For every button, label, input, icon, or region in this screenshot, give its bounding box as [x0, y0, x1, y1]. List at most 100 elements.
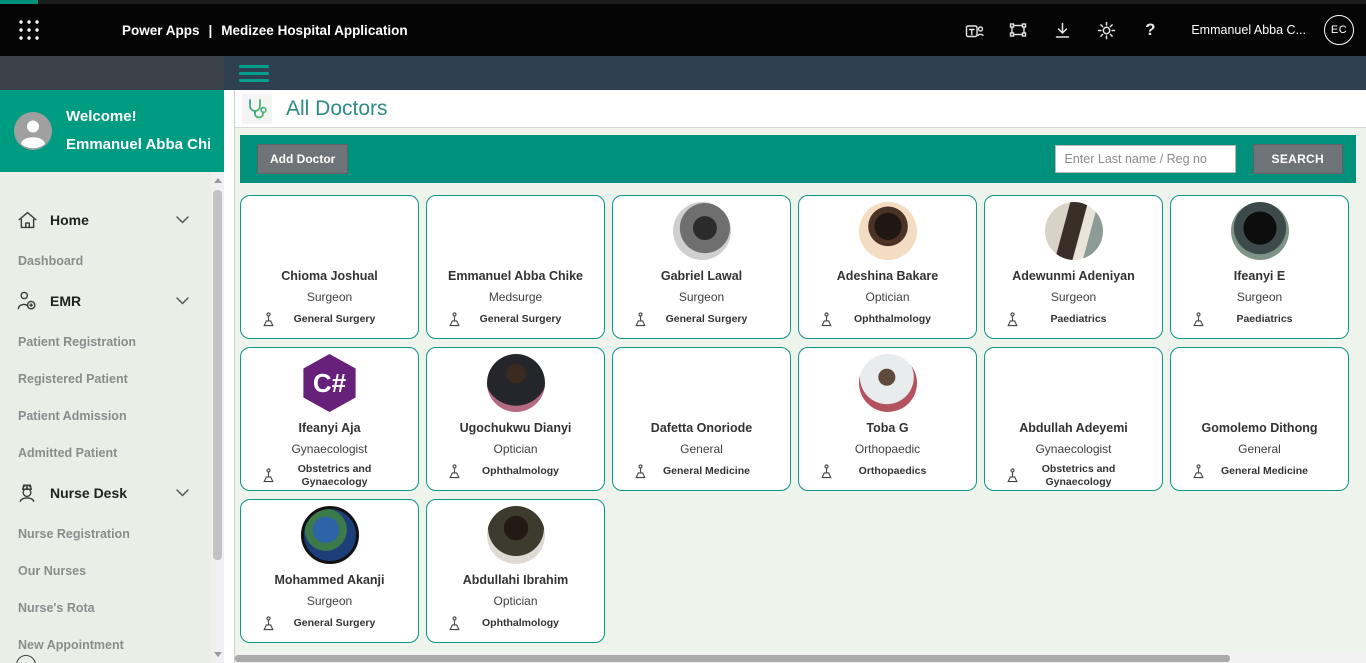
- waffle-menu-icon[interactable]: [12, 13, 46, 47]
- doctor-department: Ophthalmology: [482, 465, 559, 478]
- doctor-photo-earth-globe: [301, 506, 359, 564]
- doctor-card[interactable]: Gomolemo Dithong General General Medicin…: [1170, 347, 1349, 491]
- product-name: Power Apps: [122, 23, 200, 38]
- doctor-card[interactable]: Toba G Orthopaedic Orthopaedics: [798, 347, 977, 491]
- sidebar-item-label: Nurse Registration: [18, 527, 130, 541]
- doctor-name: Adewunmi Adeniyan: [985, 269, 1162, 283]
- department-icon: [261, 468, 276, 484]
- doctor-name: Ifeanyi E: [1171, 269, 1348, 283]
- department-icon: [1005, 312, 1020, 328]
- department-icon: [819, 464, 834, 480]
- sidebar-item-admitted-patient[interactable]: Admitted Patient: [0, 434, 224, 471]
- doctor-card[interactable]: C# Ifeanyi Aja Gynaecologist Obstetrics …: [240, 347, 419, 491]
- department-icon: [633, 312, 648, 328]
- doctor-card[interactable]: Mohammed Akanji Surgeon General Surgery: [240, 499, 419, 643]
- sidebar-item-new-appointment[interactable]: New Appointment: [0, 626, 224, 663]
- settings-gear-icon[interactable]: [1089, 13, 1123, 47]
- doctor-name: Dafetta Onoriode: [613, 421, 790, 435]
- scroll-down-arrow-icon[interactable]: [211, 648, 224, 661]
- doctor-photo-portrait-beard: [487, 506, 545, 564]
- department-icon: [1191, 312, 1206, 328]
- doctor-photo-grayscale-portrait: [673, 202, 731, 260]
- doctor-department: Ophthalmology: [482, 617, 559, 630]
- sidebar-item-registered-patient[interactable]: Registered Patient: [0, 360, 224, 397]
- main-panel: All Doctors Add Doctor SEARCH Chioma Jos…: [235, 90, 1366, 663]
- help-icon[interactable]: ?: [1133, 13, 1167, 47]
- main-horizontal-scrollbar-thumb[interactable]: [235, 655, 1230, 662]
- sidebar-item-home[interactable]: Home: [0, 198, 224, 242]
- main-horizontal-scrollbar[interactable]: [235, 654, 1366, 663]
- doctor-department: General Medicine: [663, 465, 750, 478]
- sidebar-item-label: Nurse Desk: [50, 485, 127, 501]
- doctor-photo-portrait-suit: [487, 354, 545, 412]
- sidebar-item-dashboard[interactable]: Dashboard: [0, 242, 224, 279]
- content-area: Add Doctor SEARCH Chioma Joshual Surgeon…: [235, 128, 1366, 663]
- doctor-role: Optician: [427, 442, 604, 456]
- sidebar-item-patient-registration[interactable]: Patient Registration: [0, 323, 224, 360]
- chevron-down-icon: [175, 215, 190, 226]
- doctor-department: Orthopaedics: [859, 465, 927, 478]
- doctor-name: Adeshina Bakare: [799, 269, 976, 283]
- welcome-panel: Welcome! Emmanuel Abba Chi...: [0, 90, 224, 172]
- doctor-card[interactable]: Adewunmi Adeniyan Surgeon Paediatrics: [984, 195, 1163, 339]
- csharp-logo-label: C#: [313, 368, 346, 399]
- doctor-role: Medsurge: [427, 290, 604, 304]
- doctor-card[interactable]: Gabriel Lawal Surgeon General Surgery: [612, 195, 791, 339]
- app-title-bar: Power Apps | Medizee Hospital Applicatio…: [122, 23, 408, 38]
- doctor-card[interactable]: Emmanuel Abba Chike Medsurge General Sur…: [426, 195, 605, 339]
- doctor-role: Surgeon: [985, 290, 1162, 304]
- hamburger-menu-icon[interactable]: [239, 61, 269, 86]
- welcome-label: Welcome!: [66, 103, 210, 132]
- profile-avatar-icon: [14, 112, 52, 150]
- doctor-name: Ugochukwu Dianyi: [427, 421, 604, 435]
- doctor-card[interactable]: Abdullahi Ibrahim Optician Ophthalmology: [426, 499, 605, 643]
- home-icon: [14, 210, 40, 230]
- department-icon: [447, 616, 462, 632]
- department-icon: [1191, 464, 1206, 480]
- sidebar-item-emr[interactable]: EMR: [0, 279, 224, 323]
- sidebar-item-label: New Appointment: [18, 638, 124, 652]
- doctor-role: Surgeon: [241, 290, 418, 304]
- top-bar-user-name[interactable]: Emmanuel Abba C...: [1191, 23, 1306, 37]
- search-button[interactable]: SEARCH: [1253, 144, 1343, 174]
- download-icon[interactable]: [1045, 13, 1079, 47]
- doctor-card[interactable]: Ifeanyi E Surgeon Paediatrics: [1170, 195, 1349, 339]
- sidebar: Welcome! Emmanuel Abba Chi... Home Dashb…: [0, 90, 224, 663]
- sidebar-item-nurse-desk[interactable]: Nurse Desk: [0, 471, 224, 515]
- sidebar-menu: Home Dashboard EMR Patient Registration …: [0, 172, 224, 663]
- app-sub-header: [0, 56, 1366, 90]
- doctor-department: General Surgery: [480, 313, 562, 326]
- doctor-name: Abdullah Adeyemi: [985, 421, 1162, 435]
- sidebar-scrollbar[interactable]: [211, 172, 224, 663]
- sidebar-item-label: Our Nurses: [18, 564, 86, 578]
- doctor-department: Ophthalmology: [854, 313, 931, 326]
- doctor-card[interactable]: Chioma Joshual Surgeon General Surgery: [240, 195, 419, 339]
- sidebar-item-label: EMR: [50, 293, 81, 309]
- doctor-department: Paediatrics: [1236, 313, 1292, 326]
- sidebar-header-strip: [0, 56, 224, 90]
- add-doctor-button[interactable]: Add Doctor: [257, 144, 348, 174]
- fit-to-window-icon[interactable]: [1001, 13, 1035, 47]
- doctor-photo-portrait-window: [1045, 202, 1103, 260]
- welcome-user-name: Emmanuel Abba Chi...: [66, 131, 210, 160]
- doctor-card[interactable]: Abdullah Adeyemi Gynaecologist Obstetric…: [984, 347, 1163, 491]
- doctor-name: Abdullahi Ibrahim: [427, 573, 604, 587]
- sidebar-item-patient-admission[interactable]: Patient Admission: [0, 397, 224, 434]
- sidebar-item-nurse-s-rota[interactable]: Nurse's Rota: [0, 589, 224, 626]
- doctor-card[interactable]: Adeshina Bakare Optician Ophthalmology: [798, 195, 977, 339]
- scroll-up-arrow-icon[interactable]: [211, 174, 224, 187]
- user-avatar[interactable]: EC: [1324, 15, 1354, 45]
- doctor-card[interactable]: Ugochukwu Dianyi Optician Ophthalmology: [426, 347, 605, 491]
- page-header: All Doctors: [235, 90, 1366, 128]
- sidebar-item-our-nurses[interactable]: Our Nurses: [0, 552, 224, 589]
- department-icon: [1005, 468, 1020, 484]
- doctor-card-grid: Chioma Joshual Surgeon General Surgery E…: [240, 195, 1356, 643]
- doctor-department: Obstetrics and Gynaecology: [1029, 463, 1128, 489]
- teams-icon[interactable]: [957, 13, 991, 47]
- doctor-department: General Medicine: [1221, 465, 1308, 478]
- doctor-card[interactable]: Dafetta Onoriode General General Medicin…: [612, 347, 791, 491]
- sidebar-scrollbar-thumb[interactable]: [213, 190, 222, 560]
- search-input[interactable]: [1055, 145, 1236, 173]
- department-icon: [447, 464, 462, 480]
- sidebar-item-nurse-registration[interactable]: Nurse Registration: [0, 515, 224, 552]
